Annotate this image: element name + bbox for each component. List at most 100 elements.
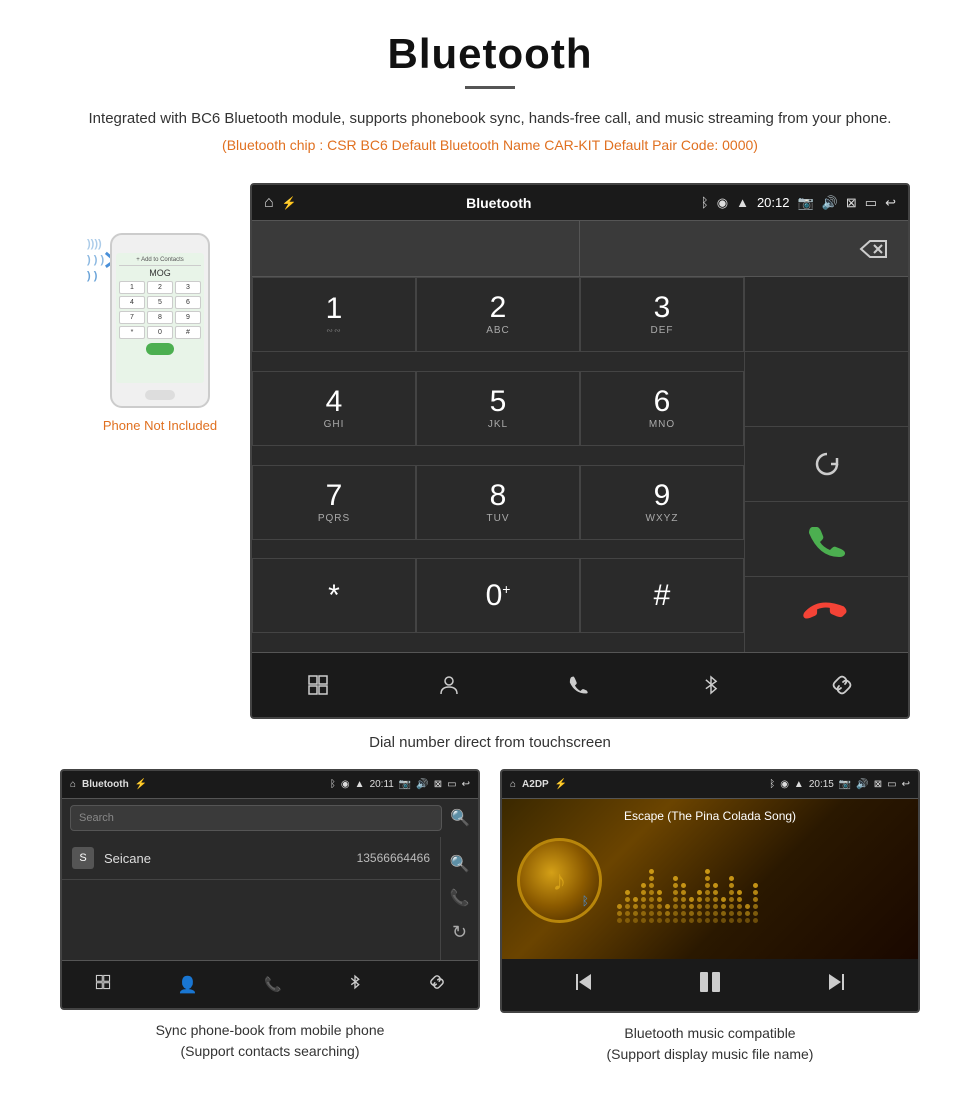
nav-bluetooth-icon[interactable] — [686, 663, 736, 708]
dial-navbar — [252, 652, 908, 717]
music-song-title: Escape (The Pina Colada Song) — [624, 809, 796, 823]
pb-right-icons: 🔍 📞 ↻ — [440, 837, 478, 960]
statusbar-center: Bluetooth — [466, 195, 531, 211]
contact-letter: S — [72, 847, 94, 869]
pb-nav-link[interactable] — [429, 974, 445, 995]
pb-search-right-icon[interactable]: 🔍 — [450, 854, 470, 874]
statusbar-right: ᛒ ◉ ▲ 20:12 📷 🔊 ⊠ ▭ ↩ — [701, 195, 896, 211]
nav-phone-icon[interactable] — [555, 663, 605, 708]
pb-search-field[interactable]: Search — [70, 805, 442, 831]
music-time: 20:15 — [809, 779, 834, 790]
nav-grid-icon[interactable] — [293, 663, 343, 708]
music-vol-icon: 🔊 — [856, 779, 868, 790]
dial-key-star[interactable]: * — [252, 558, 416, 633]
main-section: )))) ) ) ) ) ) + Add to Contacts MOG 1 2… — [0, 163, 980, 724]
dial-reload-btn[interactable] — [745, 427, 908, 502]
pb-search-placeholder: Search — [79, 812, 114, 824]
phone-call-btn — [146, 343, 174, 355]
nav-link-icon[interactable] — [817, 663, 867, 708]
music-next-btn[interactable] — [825, 971, 847, 999]
location-icon: ◉ — [717, 195, 728, 211]
music-usb-icon: ⚡ — [555, 779, 567, 790]
page-header: Bluetooth Integrated with BC6 Bluetooth … — [0, 0, 980, 163]
dial-key-4[interactable]: 4 GHI — [252, 371, 416, 446]
dial-grid: 1 ∾∾ 2 ABC 3 DEF 4 GHI 5 JKL — [252, 277, 744, 652]
pb-bt-icon: ᛒ — [330, 779, 336, 790]
home-icon: ⌂ — [264, 194, 274, 212]
pb-nav-grid[interactable] — [95, 974, 111, 995]
pb-search-icon[interactable]: 🔍 — [450, 808, 470, 828]
pb-statusbar: ⌂ Bluetooth ⚡ ᛒ ◉ ▲ 20:11 📷 🔊 ⊠ ▭ ↩ — [62, 771, 478, 799]
pb-vol-icon: 🔊 — [416, 779, 428, 790]
dial-key-6[interactable]: 6 MNO — [580, 371, 744, 446]
dial-key-1[interactable]: 1 ∾∾ — [252, 277, 416, 352]
music-statusbar: ⌂ A2DP ⚡ ᛒ ◉ ▲ 20:15 📷 🔊 ⊠ ▭ ↩ — [502, 771, 918, 799]
dial-key-2[interactable]: 2 ABC — [416, 277, 580, 352]
not-included-label: Phone Not Included — [103, 418, 217, 433]
dial-call-btn[interactable] — [745, 502, 908, 577]
dial-hangup-btn[interactable] — [745, 577, 908, 652]
music-prev-btn[interactable] — [573, 971, 595, 999]
music-sig-icon: ▲ — [794, 779, 804, 790]
pb-nav-phone[interactable]: 📞 — [264, 976, 281, 993]
phonebook-item: ⌂ Bluetooth ⚡ ᛒ ◉ ▲ 20:11 📷 🔊 ⊠ ▭ ↩ — [60, 769, 480, 1065]
contact-name: Seicane — [104, 851, 357, 866]
dial-key-3[interactable]: 3 DEF — [580, 277, 744, 352]
pb-nav-bt[interactable] — [348, 974, 362, 995]
pb-title: Bluetooth — [82, 779, 129, 790]
volume-icon: 🔊 — [822, 195, 838, 211]
pb-status-right: ᛒ ◉ ▲ 20:11 📷 🔊 ⊠ ▭ ↩ — [330, 779, 470, 790]
pb-x-icon: ⊠ — [434, 779, 442, 790]
phone-body: + Add to Contacts MOG 1 2 3 4 5 6 7 8 9 … — [110, 233, 210, 408]
contact-number: 13566664466 — [357, 851, 430, 865]
dial-key-8[interactable]: 8 TUV — [416, 465, 580, 540]
dial-key-9[interactable]: 9 WXYZ — [580, 465, 744, 540]
pb-loc-icon: ◉ — [341, 779, 350, 790]
phonebook-screen: ⌂ Bluetooth ⚡ ᛒ ◉ ▲ 20:11 📷 🔊 ⊠ ▭ ↩ — [60, 769, 480, 1010]
right-empty-2 — [745, 352, 908, 427]
music-loc-icon: ◉ — [780, 779, 789, 790]
music-screen: ⌂ A2DP ⚡ ᛒ ◉ ▲ 20:15 📷 🔊 ⊠ ▭ ↩ E — [500, 769, 920, 1013]
phone-key: * — [119, 326, 145, 339]
music-album-art: ♪ ᛒ — [517, 838, 602, 923]
bottom-row: ⌂ Bluetooth ⚡ ᛒ ◉ ▲ 20:11 📷 🔊 ⊠ ▭ ↩ — [0, 769, 980, 1065]
pb-sig-icon: ▲ — [355, 779, 365, 790]
music-note-icon: ♪ — [553, 865, 567, 897]
pb-navbar: 👤 📞 — [62, 960, 478, 1008]
music-play-pause-btn[interactable] — [697, 969, 723, 1001]
music-dots-visual: // Dots will be generated below — [617, 838, 903, 923]
pb-nav-person[interactable]: 👤 — [178, 975, 198, 995]
music-win-icon: ▭ — [887, 779, 896, 790]
pb-usb-icon: ⚡ — [135, 779, 147, 790]
pb-contact-row[interactable]: S Seicane 13566664466 — [62, 837, 440, 880]
camera-icon: 📷 — [798, 195, 814, 211]
dial-key-0[interactable]: 0+ — [416, 558, 580, 633]
page-title: Bluetooth — [60, 30, 920, 78]
music-bt-icon: ᛒ — [769, 779, 775, 790]
pb-reload-right-icon[interactable]: ↻ — [452, 922, 467, 943]
phone-illustration: )))) ) ) ) ) ) + Add to Contacts MOG 1 2… — [105, 223, 215, 408]
pb-search-row: Search 🔍 — [62, 799, 478, 837]
dial-key-7[interactable]: 7 PQRS — [252, 465, 416, 540]
music-controls — [502, 959, 918, 1011]
page-description: Integrated with BC6 Bluetooth module, su… — [60, 107, 920, 131]
music-status-left: ⌂ A2DP ⚡ — [510, 779, 567, 790]
nav-person-icon[interactable] — [424, 663, 474, 708]
dial-key-hash[interactable]: # — [580, 558, 744, 633]
phone-key: 8 — [147, 311, 173, 324]
phone-key: 5 — [147, 296, 173, 309]
pb-empty-space — [62, 880, 440, 960]
window-icon: ▭ — [865, 195, 877, 211]
dial-caption: Dial number direct from touchscreen — [0, 724, 980, 769]
music-title: A2DP — [522, 779, 549, 790]
dial-backspace-btn[interactable] — [580, 221, 908, 276]
dial-right-col — [744, 277, 908, 652]
pb-win-icon: ▭ — [447, 779, 456, 790]
pb-phone-right-icon[interactable]: 📞 — [450, 888, 470, 908]
phone-key: 0 — [147, 326, 173, 339]
pb-contact-area: S Seicane 13566664466 🔍 📞 ↻ — [62, 837, 478, 960]
music-body: Escape (The Pina Colada Song) ♪ ᛒ // Dot… — [502, 799, 918, 959]
dial-display — [252, 221, 908, 277]
dial-key-5[interactable]: 5 JKL — [416, 371, 580, 446]
dial-number-display — [252, 221, 580, 276]
